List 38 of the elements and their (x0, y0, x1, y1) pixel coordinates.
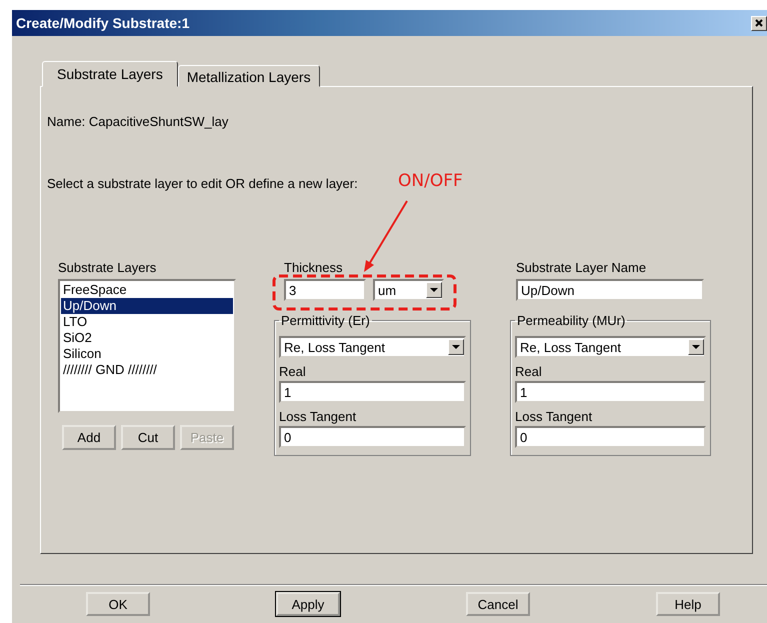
unit-dropdown[interactable]: um (373, 279, 444, 301)
group-title: Permeability (MUr) (516, 313, 626, 328)
mode-dropdown[interactable]: Re, Loss Tangent (515, 336, 706, 358)
field-label: Loss Tangent (515, 409, 594, 424)
name-label: Name: CapacitiveShuntSW_lay (47, 114, 230, 129)
list-item[interactable]: FreeSpace (61, 282, 233, 298)
dialog-button[interactable]: Apply (276, 592, 340, 616)
input-field[interactable]: 0 (279, 426, 466, 448)
group-title: Permittivity (Er) (280, 313, 371, 328)
dialog-button[interactable]: Help (656, 592, 720, 616)
field-label: Real (279, 364, 307, 379)
tab[interactable]: Metallization Layers (178, 65, 320, 87)
mode-dropdown[interactable]: Re, Loss Tangent (279, 336, 466, 358)
dialog-button[interactable]: OK (86, 592, 150, 616)
annotation-label: ON/OFF (398, 171, 463, 191)
field-label: Thickness (284, 260, 343, 275)
list-item[interactable]: LTO (61, 314, 233, 330)
input-field[interactable]: 0 (515, 426, 706, 448)
list-button[interactable]: Cut (121, 425, 175, 450)
close-icon[interactable] (751, 16, 767, 30)
tab[interactable]: Substrate Layers (42, 61, 178, 87)
list-item[interactable]: Silicon (61, 346, 233, 362)
instruction-text: Select a substrate layer to edit OR define a new layer: (47, 176, 358, 191)
list-item[interactable]: //////// GND //////// (61, 362, 233, 378)
list-label: Substrate Layers (58, 260, 156, 275)
thickness-field[interactable]: 3 (284, 279, 366, 301)
input-field[interactable]: 1 (515, 381, 706, 403)
list-button[interactable]: Add (62, 425, 116, 450)
annotation-arrow (364, 200, 408, 272)
input-field[interactable]: 1 (279, 381, 466, 403)
layer-name-field[interactable]: Up/Down (516, 279, 704, 301)
window-title: Create/Modify Substrate:1 (16, 15, 190, 31)
dialog-button[interactable]: Cancel (466, 592, 530, 616)
field-label: Real (515, 364, 543, 379)
list-item[interactable]: Up/Down (61, 298, 233, 314)
field-label: Loss Tangent (279, 409, 358, 424)
list-item[interactable]: SiO2 (61, 330, 233, 346)
field-label: Substrate Layer Name (516, 260, 646, 275)
